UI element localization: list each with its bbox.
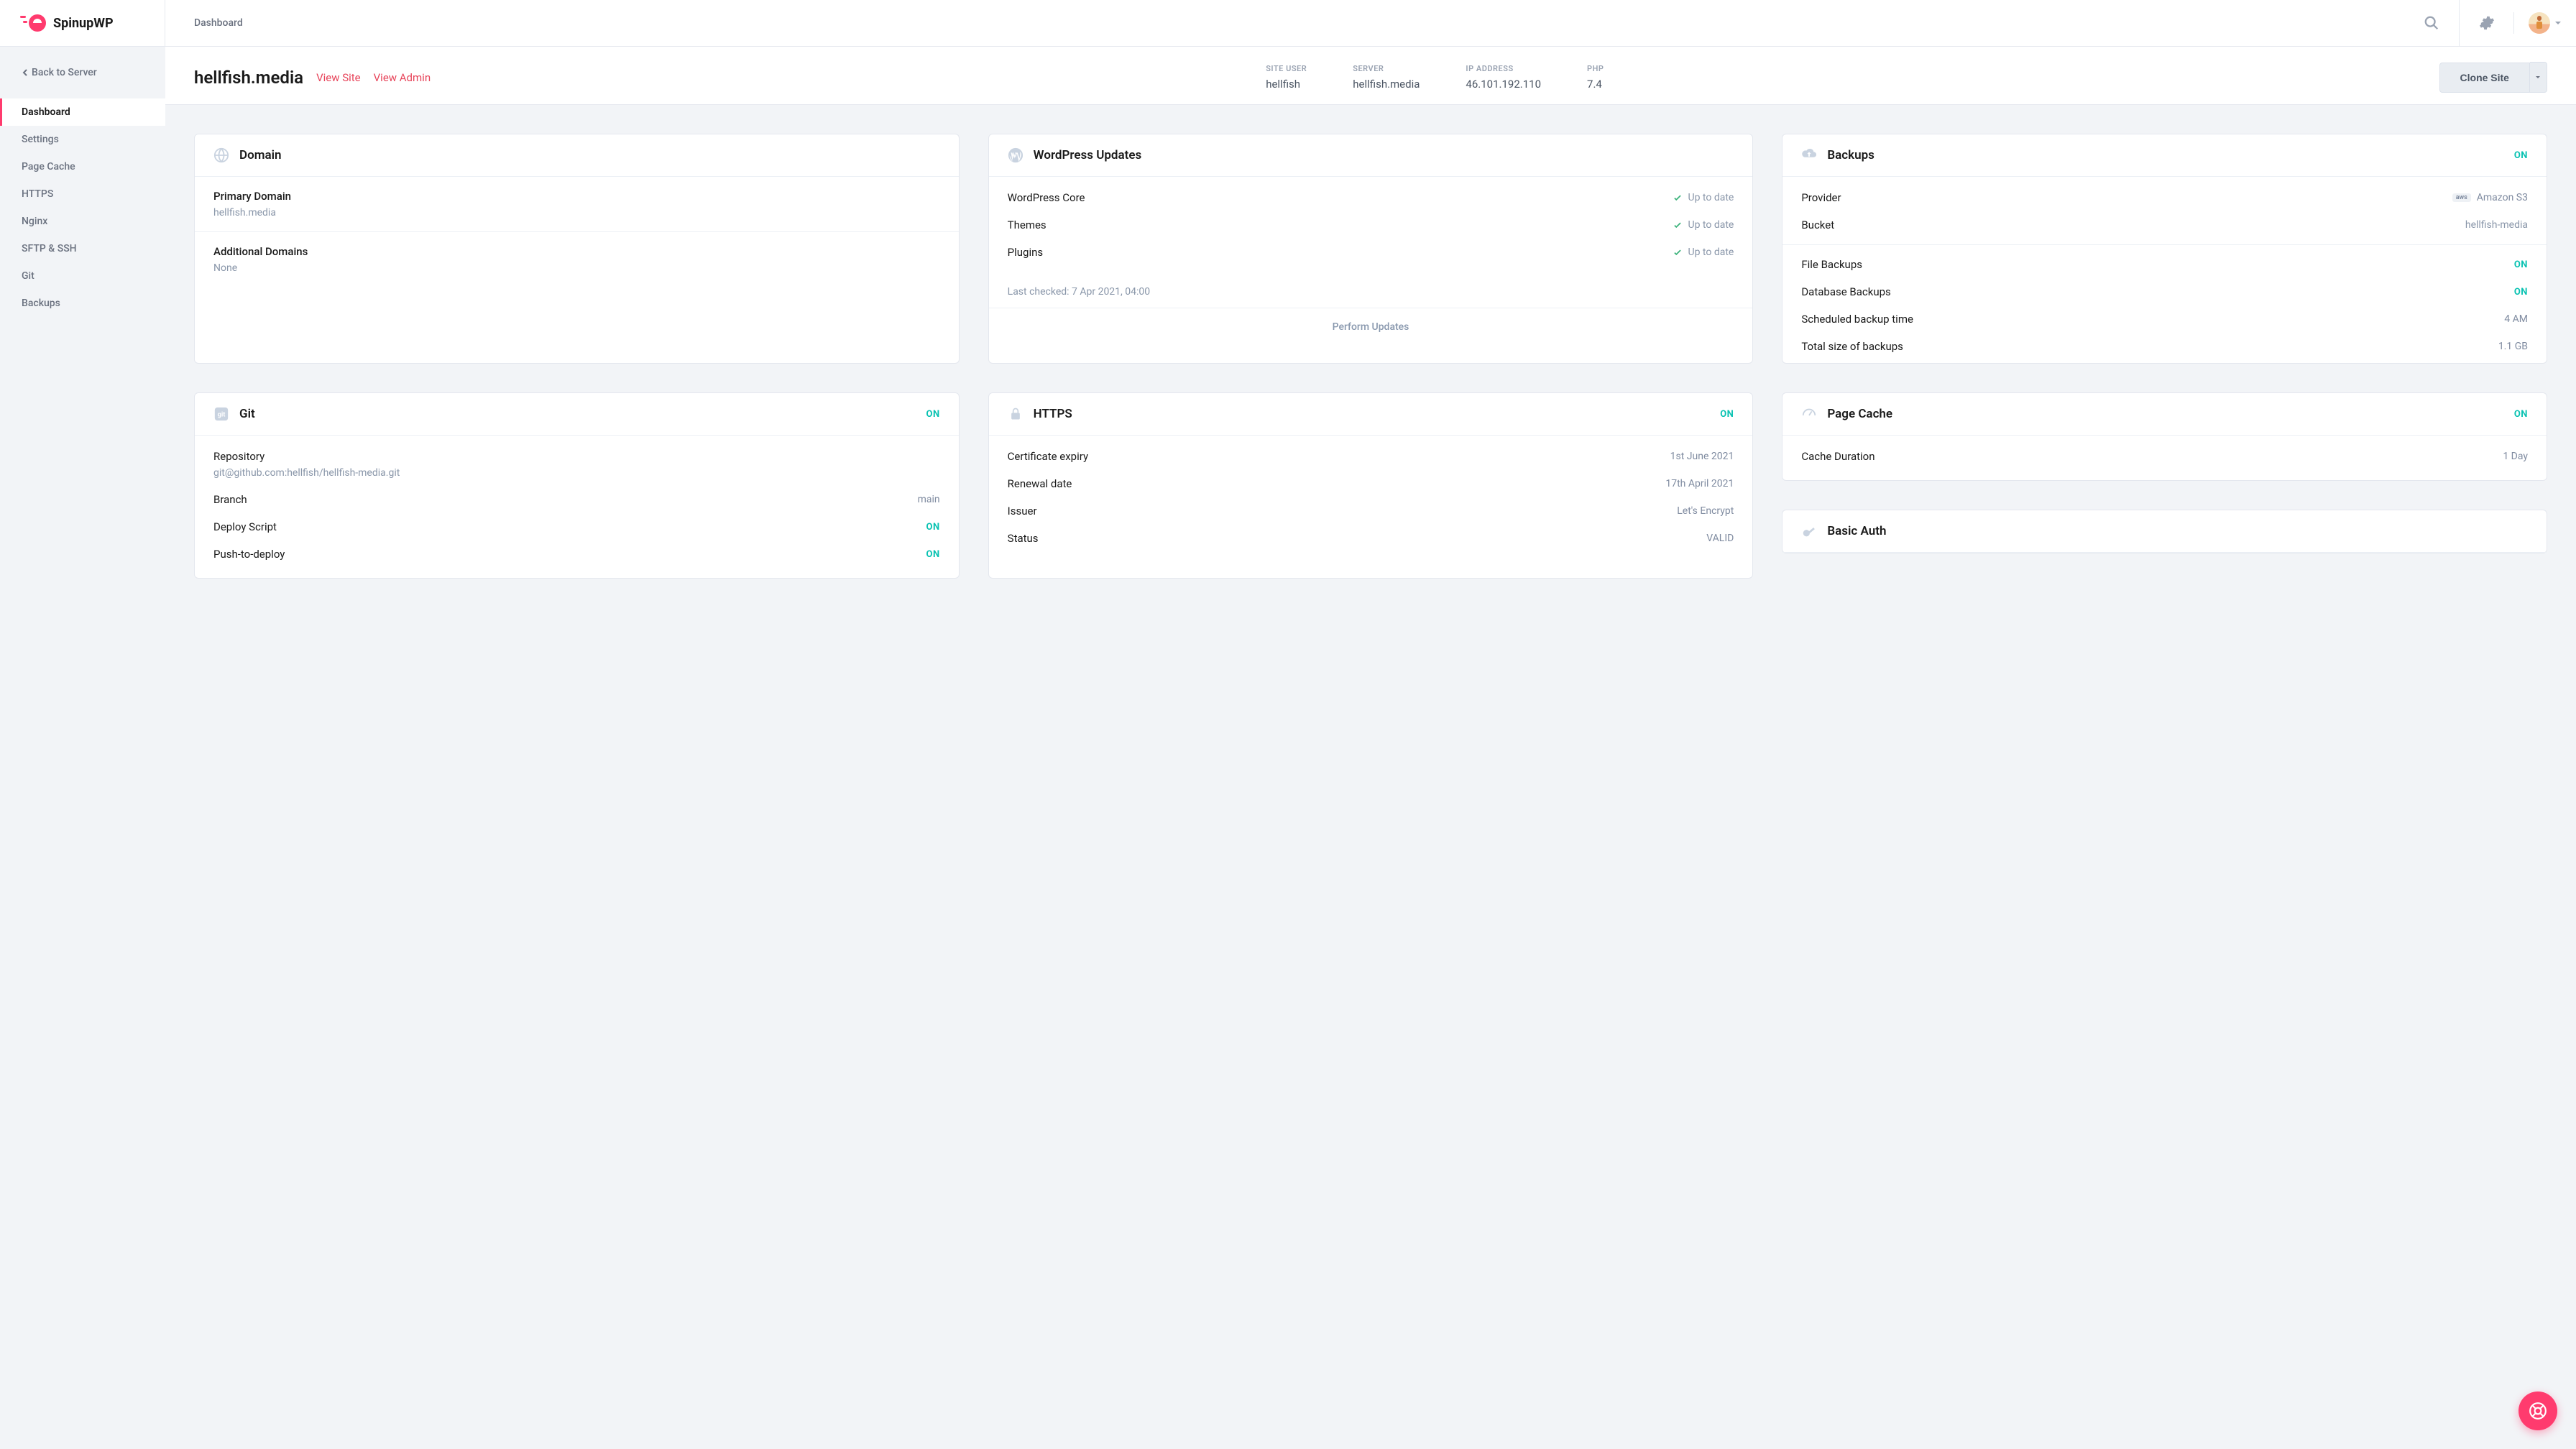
chevron-down-icon [2535,75,2541,80]
sidebar-item-sftp-ssh[interactable]: SFTP & SSH [0,235,165,262]
cache-duration-row: Cache Duration 1 Day [1782,443,2547,470]
https-renewal-row: Renewal date 17th April 2021 [989,470,1753,497]
sidebar-item-dashboard[interactable]: Dashboard [0,98,165,126]
https-title: HTTPS [1034,407,1072,421]
gauge-icon [1801,406,1817,422]
site-user-value: hellfish [1266,78,1307,91]
card-git: git Git ON Repository git@github.com:hel… [194,392,960,579]
lock-icon [1008,406,1024,422]
git-branch-row: Branch main [195,486,959,513]
clone-site-dropdown[interactable] [2530,62,2547,93]
php-label: PHP [1587,64,1604,73]
https-expiry-row: Certificate expiry 1st June 2021 [989,443,1753,470]
breadcrumb: Dashboard [194,17,243,29]
globe-icon [213,147,229,163]
brand-name: SpinupWP [53,16,114,31]
php-value: 7.4 [1587,78,1604,91]
user-menu[interactable] [2513,12,2576,34]
wp-plugins-row: Plugins Up to date [989,239,1753,266]
aws-icon: aws [2452,193,2471,202]
ip-label: IP ADDRESS [1466,64,1541,73]
backups-provider-row: Provider aws Amazon S3 [1782,184,2547,211]
avatar [2529,12,2550,34]
gear-icon [2479,15,2495,31]
chevron-left-icon [22,69,29,76]
wp-updates-title: WordPress Updates [1034,148,1142,162]
sidebar-item-settings[interactable]: Settings [0,126,165,153]
file-backups-row: File Backups ON [1782,251,2547,278]
check-icon [1673,247,1683,257]
sidebar-item-nginx[interactable]: Nginx [0,208,165,235]
svg-text:git: git [218,412,226,419]
view-admin-link[interactable]: View Admin [374,71,431,84]
server-label: SERVER [1353,64,1420,73]
backup-size-row: Total size of backups 1.1 GB [1782,333,2547,360]
git-status-badge: ON [926,409,940,420]
backups-bucket-row: Bucket hellfish-media [1782,211,2547,239]
check-icon [1673,193,1683,203]
backups-title: Backups [1827,148,1874,162]
card-backups: Backups ON Provider aws Amazon S3 [1782,134,2547,364]
git-deploy-row: Deploy Script ON [195,513,959,540]
back-to-server-link[interactable]: Back to Server [0,67,165,98]
additional-domains-value: None [213,262,940,274]
lifebuoy-icon [2529,1402,2547,1420]
wp-themes-row: Themes Up to date [989,211,1753,239]
additional-domains-label: Additional Domains [213,245,940,258]
card-wordpress-updates: WordPress Updates WordPress Core Up to d… [988,134,1754,364]
backups-status-badge: ON [2514,150,2528,161]
primary-domain-value[interactable]: hellfish.media [213,207,940,218]
https-issuer-row: Issuer Let's Encrypt [989,497,1753,525]
cloud-upload-icon [1801,147,1817,163]
avatar-icon [2534,16,2544,30]
basic-auth-title: Basic Auth [1827,524,1886,538]
https-status-row: Status VALID [989,525,1753,552]
brand-logo[interactable]: SpinupWP [0,0,165,46]
search-button[interactable] [2404,0,2459,47]
card-page-cache: Page Cache ON Cache Duration 1 Day [1782,392,2547,481]
server-value: hellfish.media [1353,78,1420,91]
db-backups-row: Database Backups ON [1782,278,2547,305]
view-site-link[interactable]: View Site [316,71,361,84]
key-icon [1801,523,1817,539]
site-user-label: SITE USER [1266,64,1307,73]
primary-domain-label: Primary Domain [213,190,940,203]
git-repo-row: Repository git@github.com:hellfish/hellf… [195,443,959,486]
back-to-server-label: Back to Server [32,67,97,78]
settings-button[interactable] [2459,0,2513,47]
sidebar-item-backups[interactable]: Backups [0,290,165,317]
git-push-row: Push-to-deploy ON [195,540,959,568]
domain-title: Domain [239,148,282,162]
card-basic-auth: Basic Auth [1782,510,2547,553]
wordpress-icon [1008,147,1024,163]
card-domain: Domain Primary Domain hellfish.media Add… [194,134,960,364]
spinupwp-logo-icon [20,13,47,33]
help-fab[interactable] [2518,1392,2557,1430]
check-icon [1673,220,1683,230]
git-title: Git [239,407,255,421]
backup-schedule-row: Scheduled backup time 4 AM [1782,305,2547,333]
card-https: HTTPS ON Certificate expiry 1st June 202… [988,392,1754,579]
https-status-badge: ON [1720,409,1734,420]
clone-site-button[interactable]: Clone Site [2439,63,2530,93]
page-cache-status-badge: ON [2514,409,2528,420]
page-cache-title: Page Cache [1827,407,1892,421]
perform-updates-button[interactable]: Perform Updates [989,308,1753,346]
sidebar-item-git[interactable]: Git [0,262,165,290]
wp-last-checked: Last checked: 7 Apr 2021, 04:00 [989,276,1753,308]
wp-core-row: WordPress Core Up to date [989,184,1753,211]
ip-value: 46.101.192.110 [1466,78,1541,91]
sidebar-item-https[interactable]: HTTPS [0,180,165,208]
page-title: hellfish.media [194,68,303,88]
git-icon: git [213,406,229,422]
sidebar-item-page-cache[interactable]: Page Cache [0,153,165,180]
chevron-down-icon [2554,19,2562,27]
search-icon [2424,15,2439,31]
